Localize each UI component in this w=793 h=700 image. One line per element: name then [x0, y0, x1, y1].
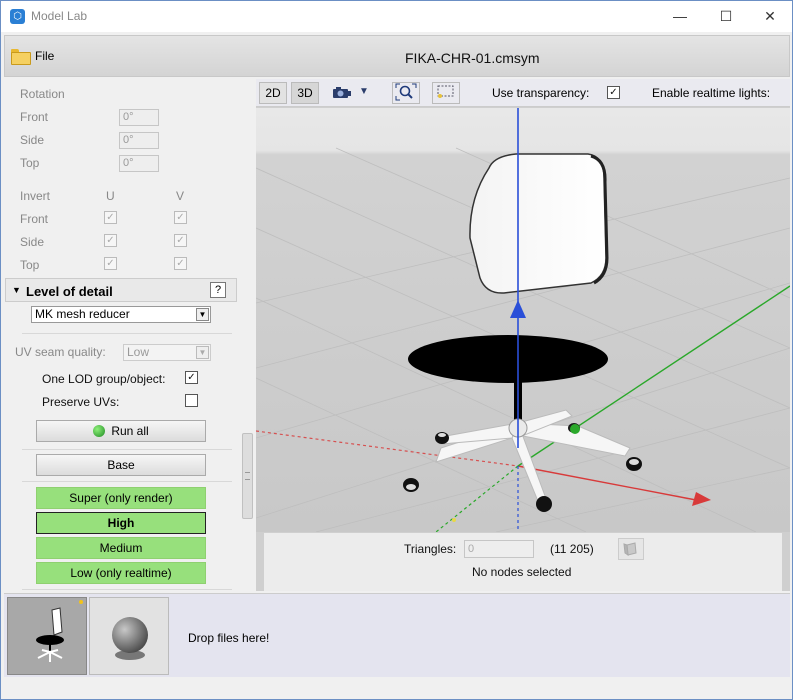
invert-front-label: Front: [20, 212, 49, 226]
base-lod-button[interactable]: Base: [36, 454, 206, 476]
status-bar: [4, 679, 790, 699]
chevron-down-icon: ▼: [359, 86, 369, 97]
invert-heading: Invert: [20, 189, 51, 203]
main-toolbar: File FIKA-CHR-01.cmsym: [4, 35, 790, 77]
maximize-button[interactable]: ☐: [703, 1, 749, 32]
chair-thumbnail[interactable]: [7, 597, 87, 675]
selection-zoom-icon: [437, 85, 454, 98]
title-bar: ⬡ Model Lab — ☐ ✕: [1, 1, 792, 32]
document-title: FIKA-CHR-01.cmsym: [405, 50, 540, 66]
help-button[interactable]: ?: [210, 282, 226, 298]
chevron-down-icon: ▼: [196, 346, 209, 359]
run-all-label: Run all: [111, 424, 149, 438]
collapse-triangle-icon: ▼: [12, 285, 21, 295]
scrollbar-thumb[interactable]: [242, 433, 253, 519]
file-menu-label: File: [35, 49, 55, 63]
zoom-selection-button[interactable]: [432, 82, 460, 104]
y-axis-handle-icon: [570, 424, 580, 434]
invert-top-v-checkbox[interactable]: ✓: [174, 257, 187, 270]
reduce-mesh-button[interactable]: [618, 538, 644, 560]
chevron-down-icon: ▼: [196, 308, 209, 321]
invert-v-header: V: [176, 189, 185, 203]
asset-tray: Drop files here!: [4, 593, 790, 677]
rotation-top-input[interactable]: 0°: [119, 155, 159, 172]
drop-zone-text[interactable]: Drop files here!: [188, 631, 269, 645]
mesh-info-panel: Triangles: 0 (11 205) No nodes selected: [264, 533, 782, 591]
app-window: ⬡ Model Lab — ☐ ✕ File FIKA-CHR-01.cmsym…: [0, 0, 793, 700]
left-panel-scrollbar[interactable]: [241, 79, 254, 591]
origin-marker-icon: [452, 518, 456, 522]
app-title: Model Lab: [31, 9, 88, 23]
uv-seam-quality-label: UV seam quality:: [15, 345, 106, 359]
rotation-top-label: Top: [20, 156, 40, 170]
realtime-lights-label: Enable realtime lights:: [652, 86, 771, 100]
file-menu-button[interactable]: File: [11, 44, 54, 68]
divider: [22, 589, 232, 590]
invert-top-u-checkbox[interactable]: ✓: [104, 257, 117, 270]
run-all-button[interactable]: Run all: [36, 420, 206, 442]
triangles-label: Triangles:: [404, 542, 457, 556]
selection-status: No nodes selected: [472, 565, 572, 579]
lod-high-button[interactable]: High: [36, 512, 206, 534]
use-transparency-label: Use transparency:: [492, 86, 590, 100]
modified-star-icon: [79, 600, 83, 604]
triangles-input[interactable]: 0: [464, 540, 534, 558]
lod-section-title: Level of detail: [26, 284, 113, 299]
folder-icon: [11, 49, 31, 65]
preserve-uvs-label: Preserve UVs:: [42, 395, 120, 409]
divider: [22, 481, 232, 482]
uv-seam-quality-select[interactable]: Low ▼: [123, 344, 211, 361]
rotation-front-input[interactable]: 0°: [119, 109, 159, 126]
view-3d-button[interactable]: 3D: [291, 82, 319, 104]
use-transparency-checkbox[interactable]: ✓: [607, 86, 620, 99]
close-button[interactable]: ✕: [747, 1, 793, 32]
camera-dropdown[interactable]: ▼: [331, 85, 369, 101]
uv-seam-quality-value: Low: [127, 345, 150, 359]
chair-preview-icon: [36, 607, 64, 662]
preserve-uvs-checkbox[interactable]: [185, 394, 198, 407]
lod-medium-button[interactable]: Medium: [36, 537, 206, 559]
invert-side-u-checkbox[interactable]: ✓: [104, 234, 117, 247]
zoom-fit-icon: [395, 83, 417, 101]
3d-viewport: 2D 3D ▼ Use transparency: ✓ Enable realt…: [255, 79, 791, 591]
rotation-side-label: Side: [20, 133, 45, 147]
rotation-front-label: Front: [20, 110, 49, 124]
run-status-icon: [93, 425, 106, 437]
sphere-material-thumbnail[interactable]: [89, 597, 169, 675]
scene-render: [255, 108, 791, 533]
invert-side-label: Side: [20, 235, 45, 249]
mesh-reducer-value: MK mesh reducer: [35, 307, 130, 321]
minimize-button[interactable]: —: [657, 1, 703, 32]
triangles-total: (11 205): [550, 542, 594, 556]
lod-low-button[interactable]: Low (only realtime): [36, 562, 206, 584]
properties-panel: Rotation Front 0° Side 0° Top 0° Invert …: [4, 79, 238, 591]
sphere-preview-icon: [112, 617, 148, 660]
app-logo-icon: ⬡: [10, 9, 25, 24]
rotation-heading: Rotation: [20, 87, 65, 101]
invert-u-header: U: [106, 189, 115, 203]
invert-side-v-checkbox[interactable]: ✓: [174, 234, 187, 247]
divider: [22, 449, 232, 450]
one-lod-group-checkbox[interactable]: ✓: [185, 371, 198, 384]
render-canvas[interactable]: [255, 108, 791, 533]
viewport-toolbar: 2D 3D ▼ Use transparency: ✓ Enable realt…: [256, 79, 790, 107]
lod-super-button[interactable]: Super (only render): [36, 487, 206, 509]
invert-front-v-checkbox[interactable]: ✓: [174, 211, 187, 224]
lod-section-header[interactable]: ▼ Level of detail ?: [5, 278, 237, 302]
cube-icon: [623, 542, 637, 557]
rotation-side-input[interactable]: 0°: [119, 132, 159, 149]
one-lod-group-label: One LOD group/object:: [42, 372, 166, 386]
zoom-extents-button[interactable]: [392, 82, 420, 104]
mesh-reducer-select[interactable]: MK mesh reducer ▼: [31, 306, 211, 323]
invert-front-u-checkbox[interactable]: ✓: [104, 211, 117, 224]
invert-top-label: Top: [20, 258, 40, 272]
divider: [22, 333, 232, 334]
view-2d-button[interactable]: 2D: [259, 82, 287, 104]
